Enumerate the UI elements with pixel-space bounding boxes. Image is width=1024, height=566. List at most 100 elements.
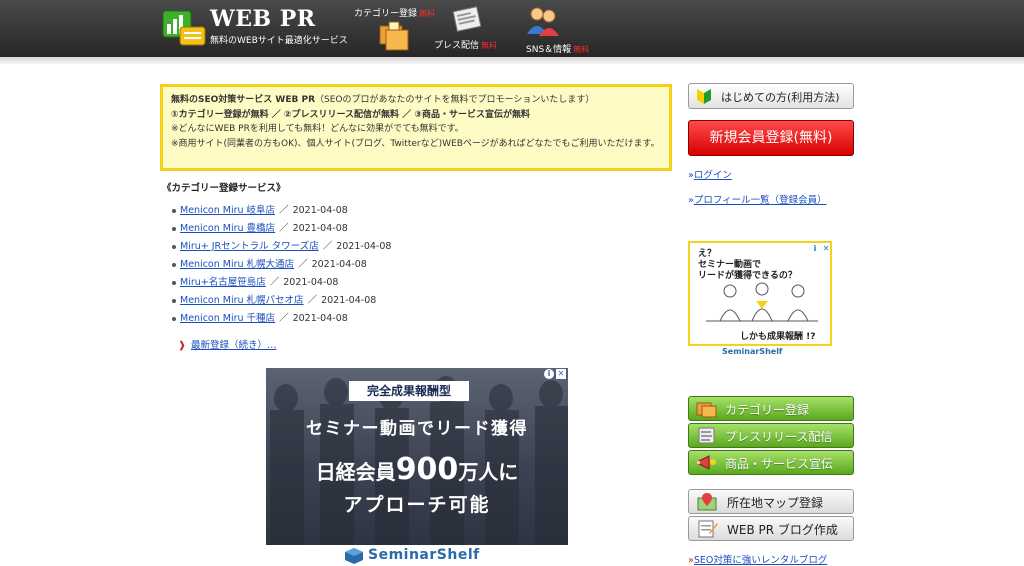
blog-create-button[interactable]: WEB PR ブログ作成	[688, 516, 854, 541]
press-release-button[interactable]: プレスリリース配信	[688, 423, 854, 448]
entry-link[interactable]: Miru+ JRセントラル タワーズ店	[180, 241, 319, 252]
sidebar-ad-info-icon[interactable]: i	[810, 244, 820, 254]
press-release-label: プレスリリース配信	[725, 430, 833, 444]
nav-press-free-badge: 無料	[481, 41, 498, 50]
list-item: Miru+ JRセントラル タワーズ店／ 2021-04-08	[172, 238, 391, 256]
entry-date: 2021-04-08	[336, 241, 392, 252]
entry-date: 2021-04-08	[292, 205, 348, 216]
seo-blog-link-row: »SEO対策に強いレンタルブログ	[688, 552, 827, 566]
list-item: Menicon Miru 豊橋店 ／ 2021-04-08	[172, 220, 391, 238]
ad-headline: セミナー動画でリード獲得	[306, 419, 528, 439]
bullet-icon	[172, 316, 176, 321]
seo-blog-link[interactable]: SEO対策に強いレンタルブログ	[694, 555, 828, 566]
entry-separator: ／	[279, 313, 289, 324]
intro-heading-note: （SEOのプロがあなたのサイトを無料でプロモーションいたします）	[315, 95, 595, 105]
ad-member-count: 900	[395, 452, 459, 487]
nav-sns-info[interactable]: SNS＆情報 無料	[524, 4, 596, 55]
category-entry-list: Menicon Miru 岐阜店／ 2021-04-08 Menicon Miru…	[172, 202, 391, 328]
folder-icon	[696, 402, 717, 418]
product-promo-button[interactable]: 商品・サービス宣伝	[688, 450, 854, 475]
logo-subtitle: 無料のWEBサイト最適化サービス	[210, 36, 348, 46]
nav-sns-label: SNS＆情報	[526, 45, 572, 55]
entry-separator: ／	[279, 205, 289, 216]
first-time-guide-label: はじめての方(利用方法)	[721, 91, 840, 104]
intro-note-free: ※どんなにWEB PRを利用しても無料！どんなに効果がでても無料です。	[171, 124, 464, 134]
login-link-row: »ログイン	[688, 167, 732, 181]
newspaper-icon	[698, 427, 715, 444]
sidebar-ad-text-3: リードが獲得できるの？	[698, 271, 797, 281]
logo-title: WEB PR	[210, 6, 316, 32]
site-logo[interactable]: WEB PR 無料のWEBサイト最適化サービス	[162, 6, 362, 52]
ad-badge: 完全成果報酬型	[349, 381, 469, 401]
category-register-button[interactable]: カテゴリー登録	[688, 396, 854, 421]
nav-press-release[interactable]: プレス配信 無料	[434, 4, 504, 54]
section-title: 《カテゴリー登録サービス》	[162, 183, 286, 194]
newspaper-icon	[452, 6, 482, 32]
entry-date: 2021-04-08	[292, 313, 348, 324]
sidebar-seminarshelf-logo: SeminarShelf	[722, 347, 783, 356]
intro-heading: 無料のSEO対策サービス WEB PR	[171, 95, 316, 105]
entry-link[interactable]: Menicon Miru 札幌パセオ店	[180, 295, 304, 306]
entry-link[interactable]: Menicon Miru 札幌大通店	[180, 259, 294, 270]
entry-separator: ／	[279, 223, 289, 234]
nav-sns-free-badge: 無料	[573, 45, 590, 54]
more-entries: ❱ 最新登録（続き）…	[178, 337, 276, 351]
sidebar-ad-close-icon[interactable]: ✕	[821, 244, 830, 254]
first-time-guide-button[interactable]: はじめての方(利用方法)	[688, 83, 854, 109]
bullet-icon	[172, 208, 176, 213]
meeting-illustration	[706, 282, 818, 322]
category-register-label: カテゴリー登録	[725, 403, 810, 417]
profiles-link[interactable]: プロフィール一覧（登録会員）	[694, 195, 827, 206]
megaphone-icon	[697, 455, 716, 470]
entry-date: 2021-04-08	[283, 277, 339, 288]
folder-icon	[379, 21, 409, 51]
entry-link[interactable]: Menicon Miru 千種店	[180, 313, 275, 324]
list-item: Miru+名古屋笹島店／ 2021-04-08	[172, 274, 391, 292]
intro-features: ①カテゴリー登録が無料 ／ ②プレスリリース配信が無料 ／ ③商品・サービス宣伝…	[171, 109, 530, 120]
chevron-right-icon: ❱	[178, 340, 186, 351]
seminarshelf-logo-text: SeminarShelf	[368, 547, 480, 563]
seminar-ad-banner[interactable]: 完全成果報酬型 セミナー動画でリード獲得 日経会員900万人に アプローチ可能 …	[266, 368, 568, 545]
entry-link[interactable]: Miru+名古屋笹島店	[180, 277, 266, 288]
ad-subheadline-pre: 日経会員	[315, 460, 396, 484]
intro-notice: 無料のSEO対策サービス WEB PR（SEOのプロがあなたのサイトを無料でプロ…	[160, 84, 672, 171]
sidebar-seminar-ad[interactable]: え？ セミナー動画で リードが獲得できるの？ しかも成果報酬 !? i ✕	[688, 241, 832, 346]
bullet-icon	[172, 226, 176, 231]
ad-subheadline: 日経会員900万人に	[266, 452, 568, 487]
cube-logo-icon	[345, 548, 363, 564]
entry-separator: ／	[307, 295, 318, 306]
ad-subheadline-post: 万人に	[458, 460, 519, 484]
entry-link[interactable]: Menicon Miru 岐阜店	[180, 205, 275, 216]
header-divider	[0, 57, 1024, 64]
bullet-icon	[172, 262, 176, 267]
blog-create-label: WEB PR ブログ作成	[727, 523, 838, 537]
map-register-button[interactable]: 所在地マップ登録	[688, 489, 854, 514]
map-pin-icon	[697, 493, 717, 511]
site-header: WEB PR 無料のWEBサイト最適化サービス カテゴリー登録 無料 プレス配信無…	[0, 0, 1024, 57]
entry-separator: ／	[298, 259, 308, 270]
profiles-link-row: »プロフィール一覧（登録会員）	[688, 192, 827, 206]
nav-category-label: カテゴリー登録	[354, 9, 418, 19]
nav-category-register[interactable]: カテゴリー登録 無料	[352, 4, 442, 54]
nav-category-free-badge: 無料	[419, 9, 436, 18]
register-free-button[interactable]: 新規会員登録(無料)	[688, 120, 854, 156]
sidebar-ad-text-4: しかも成果報酬 !?	[740, 332, 816, 342]
list-item: Menicon Miru 千種店 ／ 2021-04-08	[172, 310, 391, 328]
list-item: Menicon Miru 札幌パセオ店／ 2021-04-08	[172, 292, 391, 310]
entry-date: 2021-04-08	[292, 223, 348, 234]
list-item: Menicon Miru 札幌大通店 ／ 2021-04-08	[172, 256, 391, 274]
bullet-icon	[172, 244, 176, 249]
notepad-icon	[698, 520, 718, 538]
product-promo-label: 商品・サービス宣伝	[725, 457, 834, 471]
entry-link[interactable]: Menicon Miru 豊橋店	[180, 223, 275, 234]
ad-info-icon[interactable]: i	[544, 369, 554, 379]
ad-close-icon[interactable]: ✕	[556, 369, 566, 379]
seminarshelf-logo: SeminarShelf	[344, 547, 494, 565]
beginner-mark-icon	[697, 89, 711, 104]
entry-date: 2021-04-08	[311, 259, 367, 270]
more-entries-link[interactable]: 最新登録（続き）…	[191, 340, 277, 351]
login-link[interactable]: ログイン	[694, 170, 732, 181]
map-register-label: 所在地マップ登録	[727, 496, 824, 510]
intro-note-commercial: ※商用サイト(同業者の方もOK)、個人サイト(ブログ、Twitterなど)WEB…	[171, 138, 660, 149]
ad-tagline: アプローチ可能	[343, 494, 491, 516]
